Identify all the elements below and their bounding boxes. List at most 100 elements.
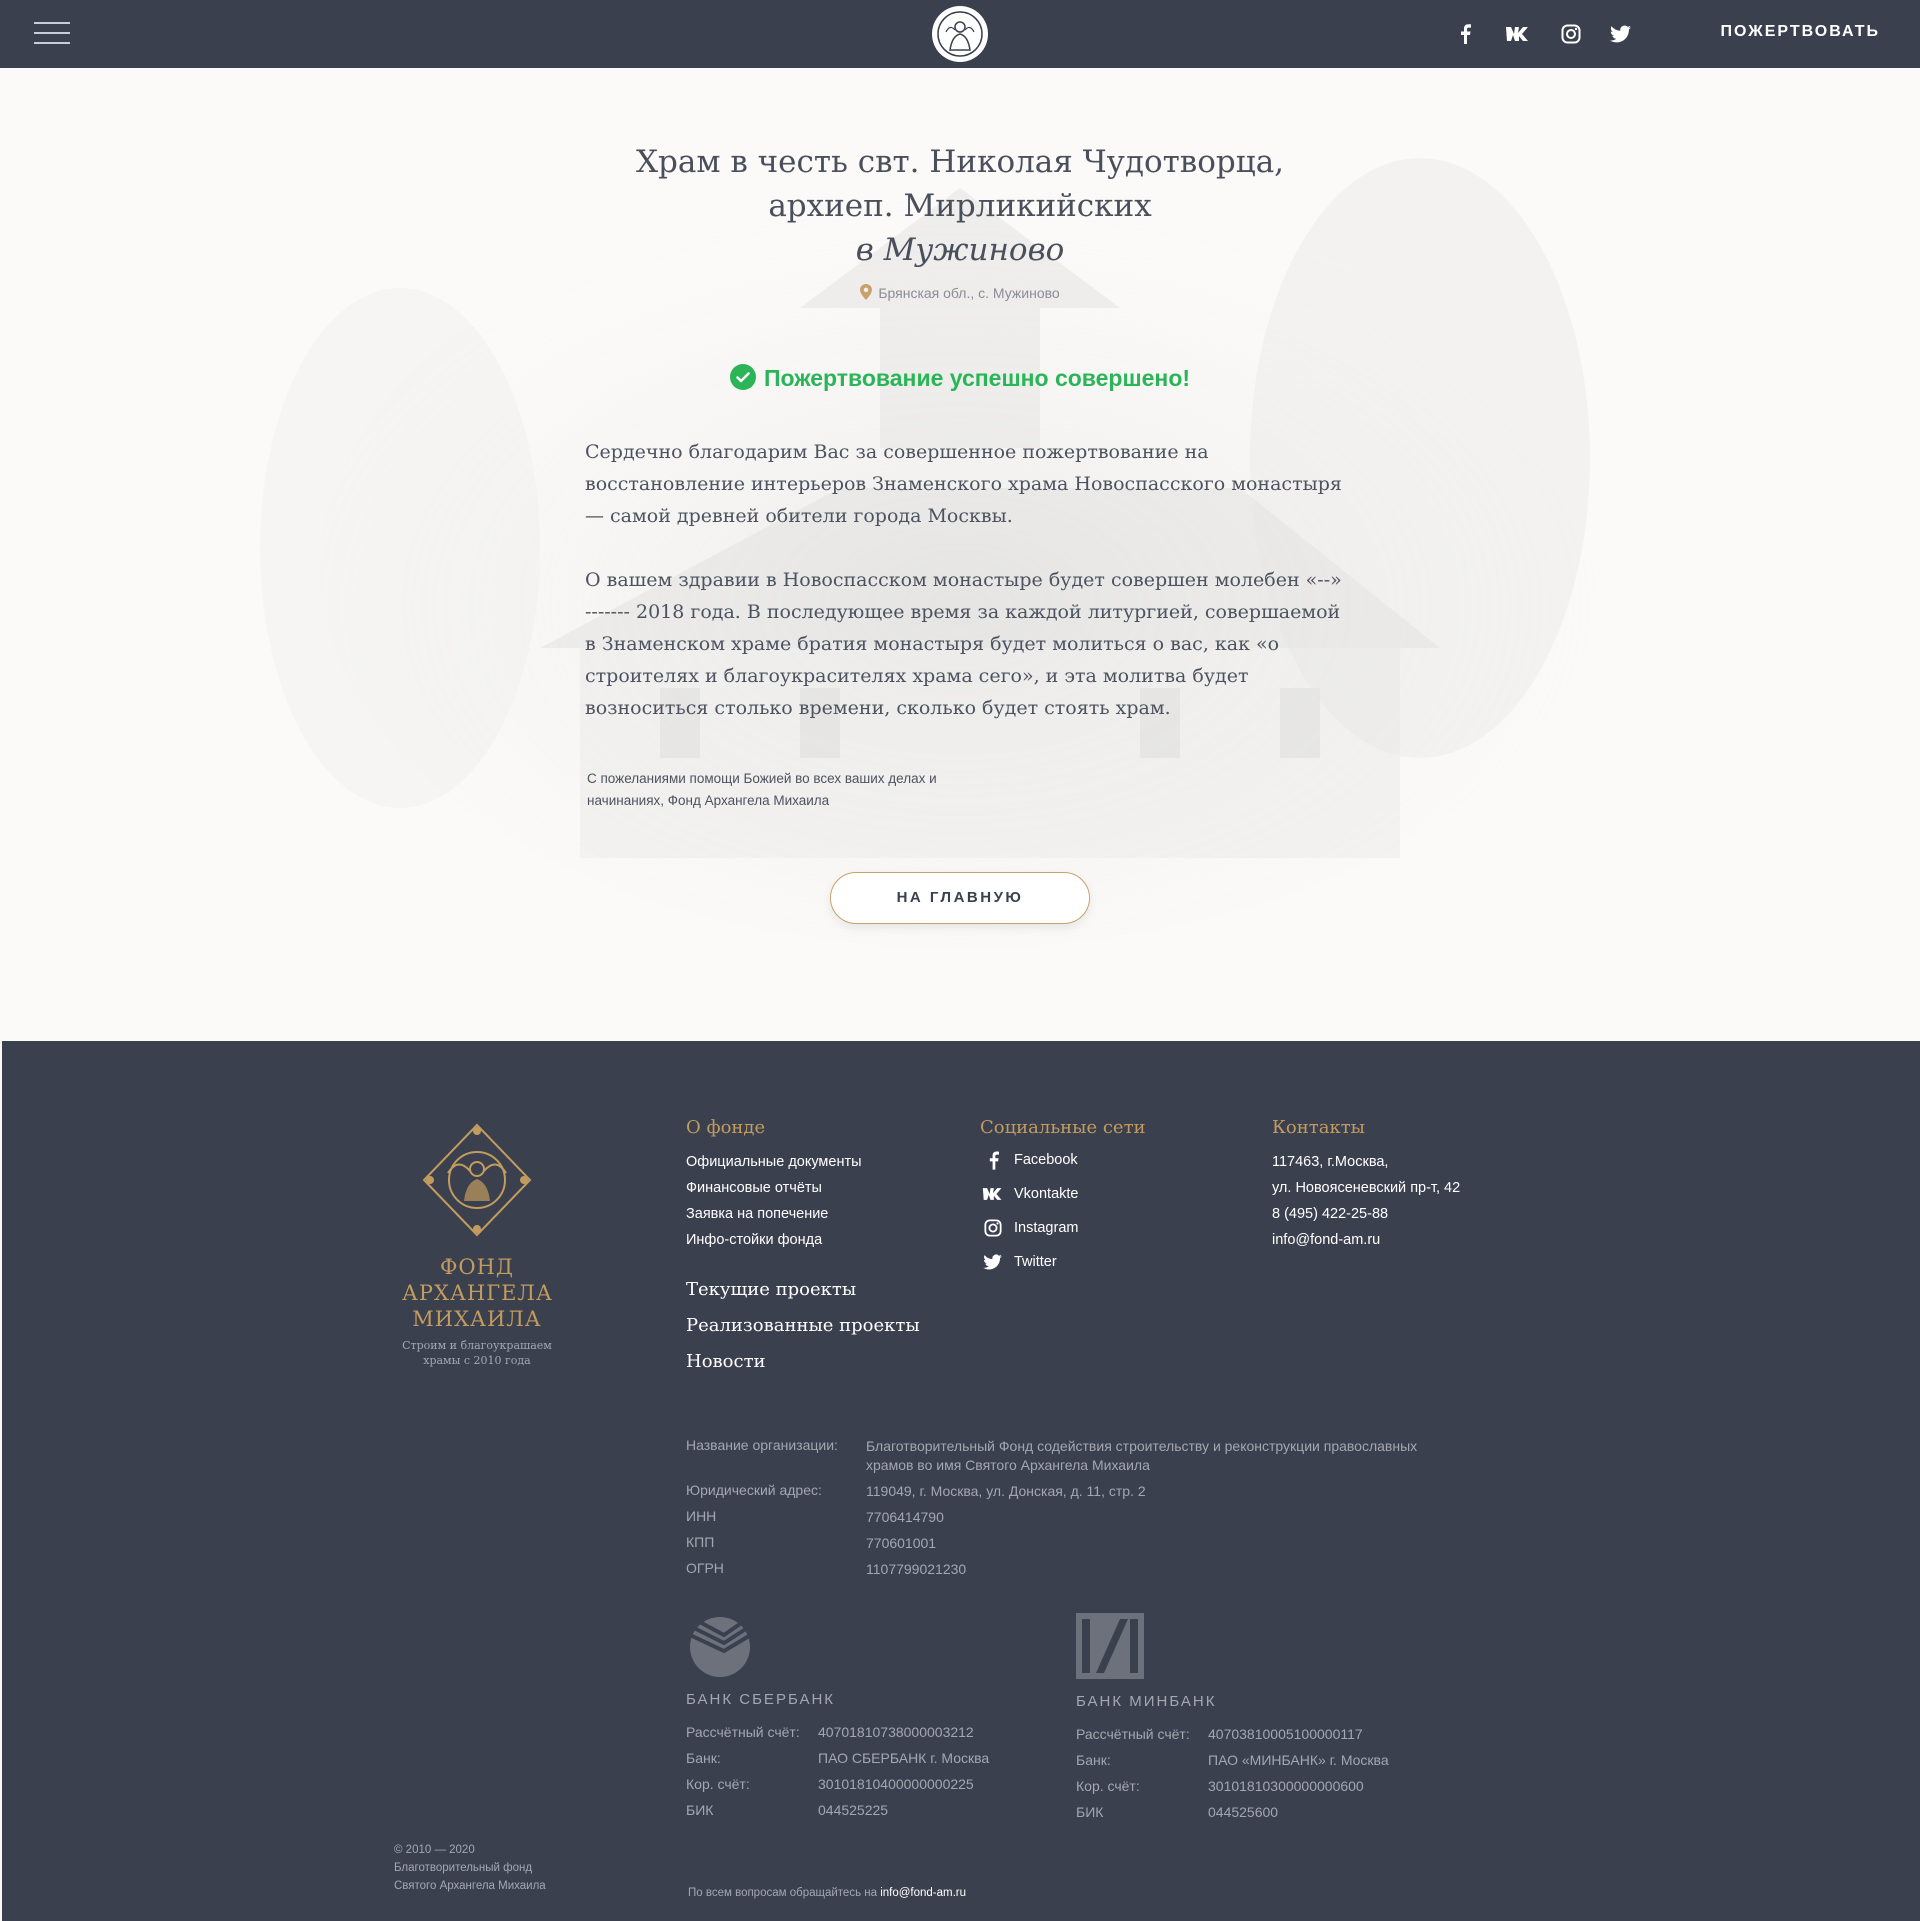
copyright-org-1: Благотворительный фонд — [394, 1862, 533, 1874]
copyright-org-2: Святого Архангела Михаила — [394, 1880, 546, 1892]
requisite-label: Юридический адрес: — [686, 1482, 822, 1498]
footer-logo-name-1: ФОНД — [439, 1255, 515, 1279]
bank-row-label: Рассчётный счёт: — [1076, 1726, 1190, 1742]
top-navbar: ПОЖЕРТВОВАТЬ — [0, 0, 1920, 68]
bank-row-label: Банк: — [1076, 1752, 1111, 1768]
requisite-org-name: Название организации: Благотворительный … — [686, 1437, 1417, 1473]
bank-row-label: БИК — [686, 1802, 714, 1818]
footer-link-twitter[interactable]: Twitter — [982, 1250, 1057, 1274]
contact-phone[interactable]: 8 (495) 422-25-88 — [1272, 1201, 1460, 1227]
donate-button[interactable]: ПОЖЕРТВОВАТЬ — [1721, 23, 1881, 41]
vk-icon — [982, 1183, 1004, 1205]
footer-link-vkontakte[interactable]: Vkontakte — [982, 1182, 1079, 1206]
copyright: © 2010 — 2020 Благотворительный фонд Свя… — [394, 1841, 546, 1895]
contact-street: ул. Новоясеневский пр-т, 42 — [1272, 1180, 1461, 1196]
bank-row-value: ПАО СБЕРБАНК г. Москва — [818, 1750, 990, 1766]
sberbank-bik-row: БИК 044525225 — [686, 1802, 888, 1818]
archangel-emblem-icon[interactable] — [932, 6, 988, 62]
sberbank-name: БАНК СБЕРБАНК — [686, 1691, 836, 1708]
twitter-icon[interactable] — [1608, 22, 1634, 46]
vk-icon[interactable] — [1505, 22, 1531, 46]
bank-row-label: БИК — [1076, 1804, 1104, 1820]
prayer-paragraph: О вашем здравии в Новоспасском монастыре… — [585, 569, 1342, 719]
footer-link-instagram[interactable]: Instagram — [982, 1216, 1078, 1240]
page-title-line-2: архиеп. Мирликийских — [768, 188, 1152, 224]
requisite-label: ОГРН — [686, 1560, 724, 1576]
contact-city: 117463, г.Москва, — [1272, 1154, 1389, 1170]
contact-note: По всем вопросам обращайтесь на info@fon… — [688, 1887, 966, 1899]
footer: ФОНД АРХАНГЕЛА МИХАИЛА Строим и благоукр… — [2, 1041, 1920, 1921]
requisite-label: КПП — [686, 1534, 715, 1550]
instagram-label: Instagram — [1014, 1220, 1079, 1236]
sberbank-bank-row: Банк: ПАО СБЕРБАНК г. Москва — [686, 1750, 989, 1766]
minbank-bik-row: БИК 044525600 — [1076, 1804, 1278, 1820]
link-financial-reports[interactable]: Финансовые отчёты — [686, 1175, 862, 1201]
location-row: Брянская обл., с. Мужиново — [0, 284, 1920, 303]
sberbank-logo-icon — [686, 1611, 756, 1682]
signature-text: С пожеланиями помощи Божией во всех ваши… — [587, 771, 937, 808]
link-patronage-request[interactable]: Заявка на попечение — [686, 1201, 862, 1227]
facebook-label: Facebook — [1014, 1152, 1078, 1168]
bank-row-value: 40701810738000003212 — [818, 1724, 974, 1740]
footer-logo-name-2: АРХАНГЕЛА — [402, 1281, 553, 1305]
location-text: Брянская обл., с. Мужиново — [878, 285, 1060, 301]
link-info-stands[interactable]: Инфо-стойки фонда — [686, 1227, 862, 1253]
bank-row-value: 40703810005100000117 — [1208, 1726, 1363, 1742]
vkontakte-label: Vkontakte — [1014, 1186, 1079, 1202]
hamburger-menu-icon[interactable] — [34, 22, 70, 46]
bank-row-value: 044525600 — [1208, 1804, 1279, 1820]
minbank-name: БАНК МИНБАНК — [1076, 1693, 1217, 1710]
copyright-years: © 2010 — 2020 — [394, 1844, 475, 1856]
bank-row-value: 30101810400000000225 — [818, 1776, 974, 1792]
requisite-value: Благотворительный Фонд содействия строит… — [866, 1438, 1418, 1473]
footer-logo[interactable]: ФОНД АРХАНГЕЛА МИХАИЛА Строим и благоукр… — [402, 1121, 552, 1368]
instagram-icon[interactable] — [1558, 22, 1584, 46]
requisite-inn: ИНН 7706414790 — [686, 1508, 944, 1525]
link-completed-projects[interactable]: Реализованные проекты — [686, 1315, 920, 1336]
minbank-account-row: Рассчётный счёт: 40703810005100000117 — [1076, 1726, 1363, 1742]
instagram-icon — [982, 1217, 1004, 1239]
social-title: Социальные сети — [980, 1117, 1146, 1138]
requisite-value: 7706414790 — [866, 1509, 944, 1525]
success-message: Пожертвование успешно совершено! — [0, 364, 1920, 392]
sberbank-corr-row: Кор. счёт: 30101810400000000225 — [686, 1776, 974, 1792]
link-official-documents[interactable]: Официальные документы — [686, 1149, 862, 1175]
requisite-kpp: КПП 770601001 — [686, 1534, 936, 1551]
home-button[interactable]: НА ГЛАВНУЮ — [830, 872, 1090, 924]
page-title-line-3: в Мужиново — [855, 232, 1065, 268]
link-current-projects[interactable]: Текущие проекты — [686, 1279, 856, 1300]
success-text: Пожертвование успешно совершено! — [763, 365, 1191, 391]
footer-logo-name-3: МИХАИЛА — [412, 1307, 542, 1331]
map-pin-icon — [860, 284, 873, 303]
facebook-icon[interactable] — [1452, 22, 1478, 46]
minbank-corr-row: Кор. счёт: 30101810300000000600 — [1076, 1778, 1364, 1794]
bank-row-label: Банк: — [686, 1750, 721, 1766]
contact-note-text: По всем вопросам обращайтесь на — [688, 1887, 877, 1899]
checkmark-icon — [729, 364, 756, 390]
requisite-value: 1107799021230 — [866, 1561, 967, 1577]
sberbank-account-row: Рассчётный счёт: 40701810738000003212 — [686, 1724, 974, 1740]
minbank-bank-row: Банк: ПАО «МИНБАНК» г. Москва — [1076, 1752, 1389, 1768]
footer-logo-tagline: Строим и благоукрашаем храмы с 2010 года — [402, 1339, 552, 1367]
facebook-icon — [982, 1149, 1004, 1171]
about-links: Официальные документы Финансовые отчёты … — [686, 1149, 862, 1253]
requisite-label: Название организации: — [686, 1437, 838, 1453]
about-title: О фонде — [686, 1117, 766, 1138]
contact-email[interactable]: info@fond-am.ru — [1272, 1227, 1460, 1253]
bank-row-label: Кор. счёт: — [1076, 1778, 1140, 1794]
thanks-paragraph: Сердечно благодарим Вас за совершенное п… — [585, 441, 1342, 527]
requisite-value: 770601001 — [866, 1535, 937, 1551]
bank-row-label: Рассчётный счёт: — [686, 1724, 800, 1740]
requisite-legal-address: Юридический адрес: 119049, г. Москва, ул… — [686, 1482, 1146, 1499]
page-title-line-1: Храм в честь свт. Николая Чудотворца, — [635, 144, 1285, 180]
archangel-emblem-icon — [422, 1123, 532, 1237]
link-news[interactable]: Новости — [686, 1351, 766, 1372]
bank-row-value: ПАО «МИНБАНК» г. Москва — [1208, 1752, 1389, 1768]
bank-row-value: 044525225 — [818, 1802, 889, 1818]
twitter-icon — [982, 1251, 1004, 1273]
twitter-label: Twitter — [1014, 1254, 1057, 1270]
bank-row-label: Кор. счёт: — [686, 1776, 750, 1792]
minbank-logo-icon — [1076, 1613, 1144, 1684]
contact-note-email[interactable]: info@fond-am.ru — [880, 1887, 966, 1899]
footer-link-facebook[interactable]: Facebook — [982, 1148, 1078, 1172]
